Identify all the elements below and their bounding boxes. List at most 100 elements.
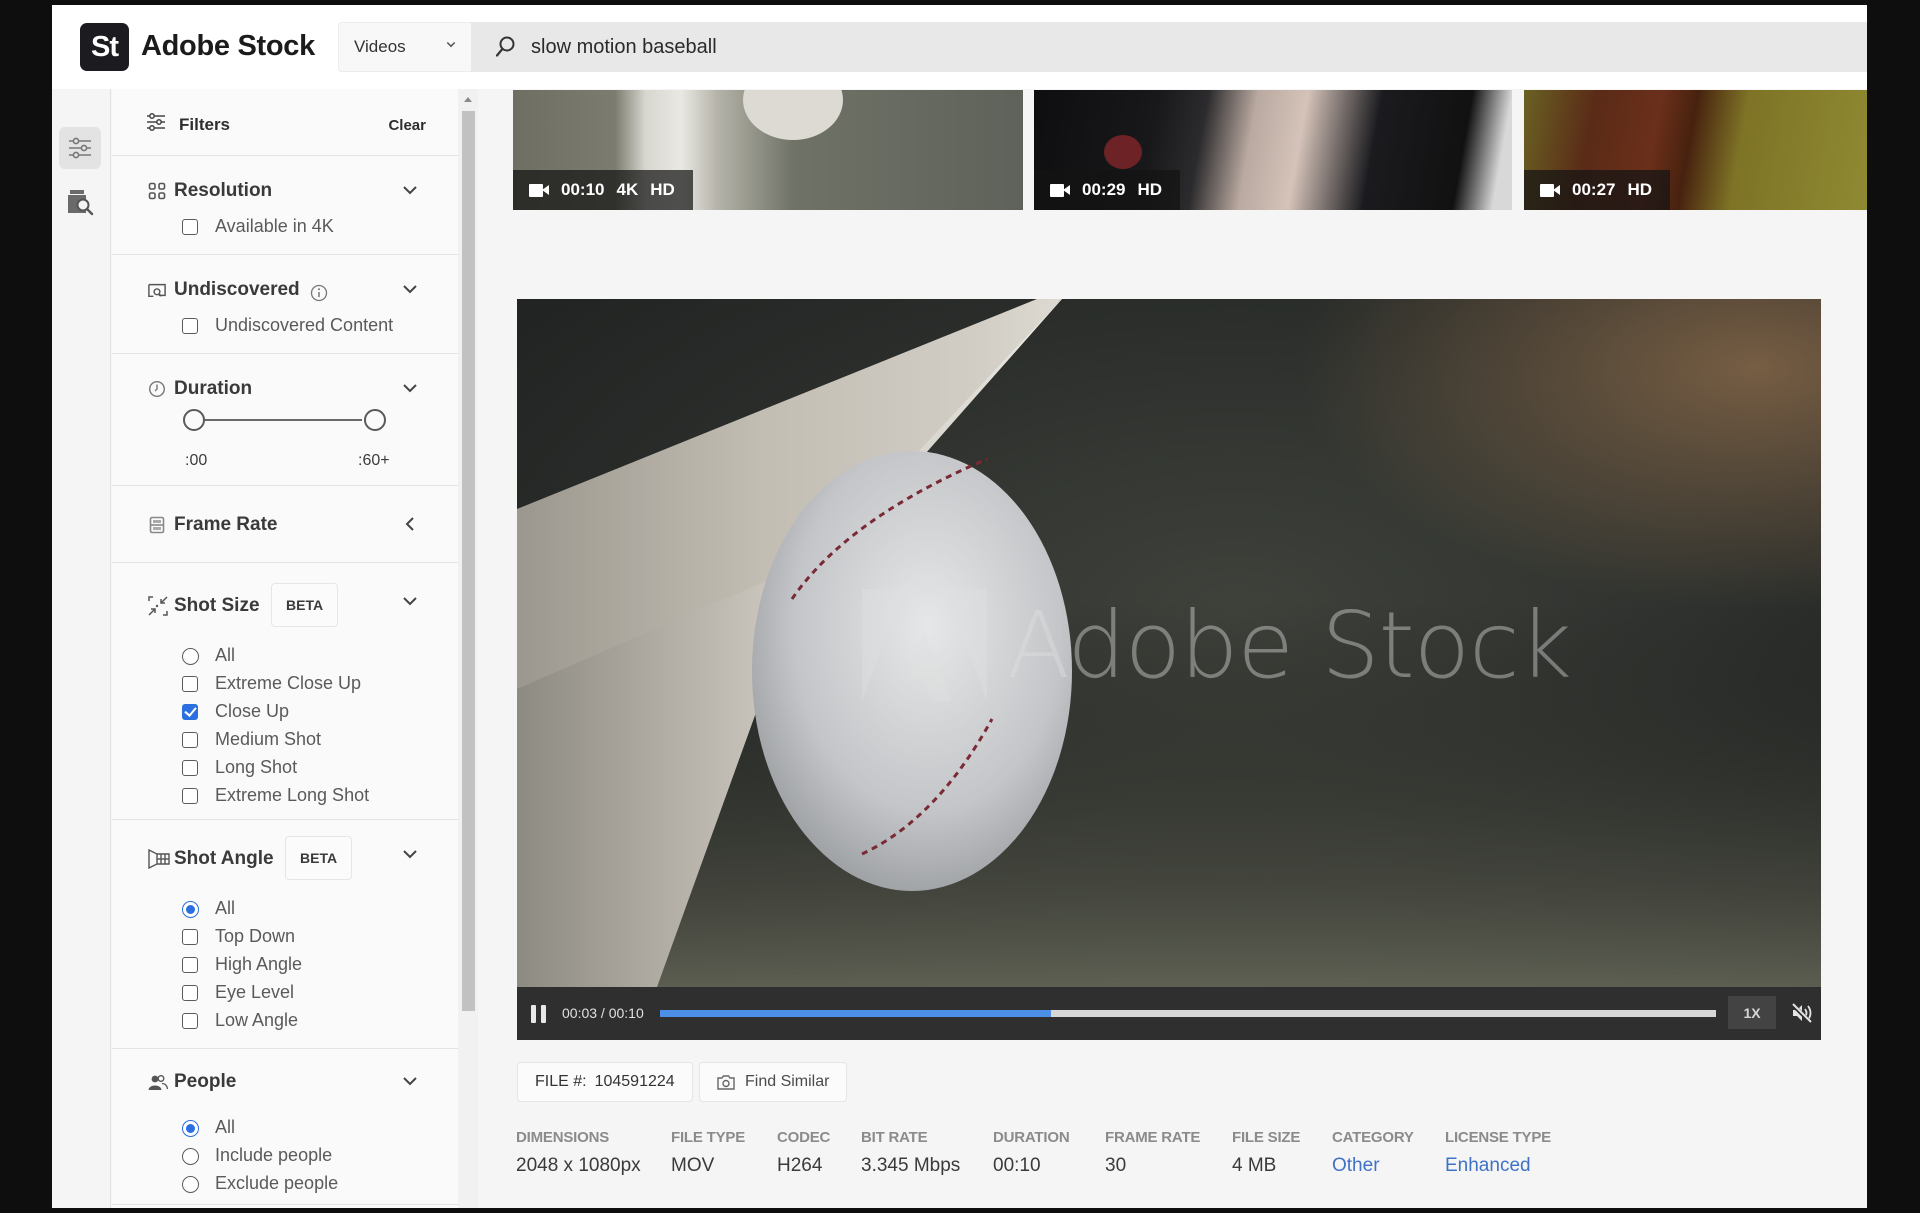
beta-badge: BETA bbox=[285, 836, 353, 880]
scroll-up-arrow-icon[interactable] bbox=[464, 97, 472, 102]
find-similar-button[interactable]: Find Similar bbox=[699, 1062, 848, 1102]
thumbnail-badge: 00:29 HD bbox=[1034, 170, 1181, 210]
meta-file-size: FILE SIZE 4 MB bbox=[1232, 1129, 1300, 1177]
radio-selected[interactable] bbox=[182, 1120, 199, 1137]
checkbox[interactable] bbox=[182, 929, 198, 945]
checkbox-checked[interactable] bbox=[182, 704, 198, 720]
shot-angle-icon bbox=[148, 849, 170, 869]
checkbox[interactable] bbox=[182, 732, 198, 748]
meta-file-type: FILE TYPE MOV bbox=[671, 1129, 745, 1177]
chevron-down-icon[interactable] bbox=[402, 846, 418, 862]
file-number-value: 104591224 bbox=[594, 1073, 675, 1090]
shot-angle-section: Shot Angle BETA All Top Down High Angle … bbox=[112, 820, 458, 1049]
checkbox[interactable] bbox=[182, 957, 198, 973]
meta-value: 2048 x 1080px bbox=[516, 1155, 641, 1176]
shot-size-icon bbox=[148, 596, 168, 616]
shot-angle-header[interactable]: Shot Angle BETA bbox=[112, 836, 458, 880]
visual-search-button[interactable] bbox=[59, 181, 101, 223]
video-thumbnail[interactable]: 00:10 4K HD bbox=[513, 90, 1023, 210]
resolution-header[interactable]: Resolution bbox=[112, 170, 458, 210]
people-header[interactable]: People bbox=[112, 1061, 458, 1101]
duration-range-slider[interactable]: :00 :60+ bbox=[112, 394, 458, 480]
chevron-down-icon[interactable] bbox=[402, 1073, 418, 1089]
file-number-badge[interactable]: FILE #: 104591224 bbox=[517, 1062, 693, 1102]
shot-size-option-extreme-close-up[interactable]: Extreme Close Up bbox=[112, 669, 458, 697]
slider-max-handle[interactable] bbox=[364, 409, 386, 431]
frame-rate-header[interactable]: Frame Rate bbox=[112, 504, 458, 544]
slider-min-handle[interactable] bbox=[183, 409, 205, 431]
chevron-down-icon[interactable] bbox=[402, 281, 418, 297]
undiscovered-header[interactable]: Undiscovered bbox=[112, 269, 458, 309]
filters-scrollbar[interactable] bbox=[458, 89, 478, 1208]
checkbox[interactable] bbox=[182, 1013, 198, 1029]
shot-size-title: Shot Size bbox=[174, 595, 260, 616]
scrollbar-thumb[interactable] bbox=[462, 111, 475, 1011]
shot-size-options: All Extreme Close Up Close Up Medium Sho… bbox=[112, 641, 458, 809]
shot-size-option-close-up[interactable]: Close Up bbox=[112, 697, 458, 725]
duration-section: Duration :00 :60+ bbox=[112, 354, 458, 486]
video-thumbnail[interactable]: 00:29 HD bbox=[1034, 90, 1512, 210]
asset-type-dropdown[interactable]: Videos bbox=[338, 22, 471, 72]
undiscovered-content-checkbox[interactable]: Undiscovered Content bbox=[112, 311, 458, 339]
shot-angle-option-high-angle[interactable]: High Angle bbox=[112, 950, 458, 978]
search-icon[interactable] bbox=[495, 36, 515, 58]
available-in-4k-checkbox[interactable]: Available in 4K bbox=[112, 212, 458, 240]
shot-angle-option-low-angle[interactable]: Low Angle bbox=[112, 1006, 458, 1034]
video-preview[interactable]: Adobe Stock bbox=[517, 299, 1821, 987]
option-label: Available in 4K bbox=[215, 215, 334, 236]
chevron-down-icon[interactable] bbox=[402, 593, 418, 609]
shot-size-option-all[interactable]: All bbox=[112, 641, 458, 669]
shot-angle-option-eye-level[interactable]: Eye Level bbox=[112, 978, 458, 1006]
filters-panel-button[interactable] bbox=[59, 127, 101, 169]
chevron-down-icon[interactable] bbox=[402, 182, 418, 198]
checkbox[interactable] bbox=[182, 318, 198, 334]
shot-size-header[interactable]: Shot Size BETA bbox=[112, 583, 458, 627]
thumbnail-tag: HD bbox=[650, 180, 675, 199]
shot-size-option-long-shot[interactable]: Long Shot bbox=[112, 753, 458, 781]
playback-speed-button[interactable]: 1X bbox=[1728, 996, 1776, 1029]
search-input[interactable] bbox=[531, 22, 1731, 72]
brand-name[interactable]: Adobe Stock bbox=[141, 30, 315, 63]
asset-type-value: Videos bbox=[354, 37, 406, 56]
muted-speaker-icon[interactable] bbox=[1790, 1001, 1814, 1025]
search-bar bbox=[471, 22, 1867, 72]
filters-title: Filters bbox=[179, 115, 231, 134]
clear-filters-button[interactable]: Clear bbox=[388, 117, 426, 134]
radio[interactable] bbox=[182, 648, 199, 665]
filter-sliders-icon bbox=[147, 113, 165, 131]
people-option-all[interactable]: All bbox=[112, 1113, 458, 1141]
meta-key: FILE TYPE bbox=[671, 1129, 746, 1146]
people-option-exclude[interactable]: Exclude people bbox=[112, 1169, 458, 1197]
category-link[interactable]: Other bbox=[1332, 1155, 1414, 1177]
checkbox[interactable] bbox=[182, 788, 198, 804]
checkbox[interactable] bbox=[182, 760, 198, 776]
adobe-stock-logo[interactable]: St bbox=[80, 23, 129, 71]
pause-icon[interactable] bbox=[531, 1005, 547, 1023]
video-thumbnail[interactable]: 00:27 HD bbox=[1524, 90, 1867, 210]
radio-selected[interactable] bbox=[182, 901, 199, 918]
chevron-left-icon[interactable] bbox=[402, 516, 418, 532]
slider-track[interactable] bbox=[202, 419, 362, 421]
radio[interactable] bbox=[182, 1148, 199, 1165]
shot-size-option-extreme-long-shot[interactable]: Extreme Long Shot bbox=[112, 781, 458, 809]
checkbox[interactable] bbox=[182, 676, 198, 692]
shot-size-option-medium-shot[interactable]: Medium Shot bbox=[112, 725, 458, 753]
radio[interactable] bbox=[182, 1176, 199, 1193]
frame-rate-title: Frame Rate bbox=[174, 514, 278, 535]
meta-value: 4 MB bbox=[1232, 1155, 1277, 1176]
thumbnail-duration: 00:29 bbox=[1082, 180, 1126, 199]
people-option-include[interactable]: Include people bbox=[112, 1141, 458, 1169]
meta-value: H264 bbox=[777, 1155, 823, 1176]
info-icon[interactable] bbox=[310, 284, 328, 302]
checkbox[interactable] bbox=[182, 219, 198, 235]
video-frame bbox=[517, 299, 1821, 987]
license-type-link[interactable]: Enhanced bbox=[1445, 1155, 1551, 1177]
progress-bar[interactable] bbox=[660, 1010, 1716, 1017]
shot-angle-option-all[interactable]: All bbox=[112, 894, 458, 922]
checkbox[interactable] bbox=[182, 985, 198, 1001]
shot-angle-title: Shot Angle bbox=[174, 848, 274, 869]
option-label: All bbox=[215, 1116, 236, 1137]
shot-angle-options: All Top Down High Angle Eye Level Low An… bbox=[112, 894, 458, 1034]
shot-angle-option-top-down[interactable]: Top Down bbox=[112, 922, 458, 950]
option-label: Undiscovered Content bbox=[215, 314, 394, 335]
